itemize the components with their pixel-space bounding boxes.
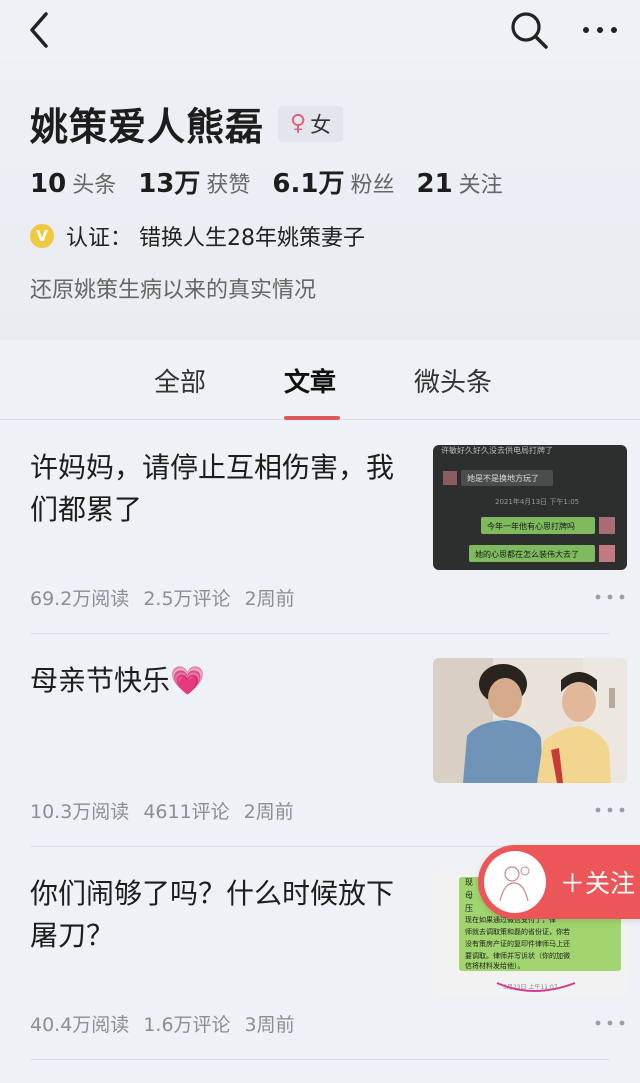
article-meta: 10.3万阅读 4611评论 2周前 bbox=[30, 797, 308, 824]
thumb-text: 没有策房产证的复印件律师马上还 bbox=[465, 939, 570, 948]
stat-following[interactable]: 21 关注 bbox=[416, 167, 502, 199]
publish-time: 2周前 bbox=[243, 801, 294, 823]
thumb-text: 压 bbox=[465, 904, 473, 913]
gender-badge: ♀ 女 bbox=[278, 105, 344, 142]
thumb-text: 2021年4月13日 下午1:05 bbox=[495, 497, 579, 506]
article-more-button[interactable] bbox=[594, 800, 626, 820]
more-options-button[interactable] bbox=[578, 10, 624, 50]
read-count: 10.3万阅读 bbox=[30, 801, 130, 823]
content-tabs: 全部 文章 微头条 bbox=[0, 340, 640, 420]
article-title: 你们闹够了吗？什么时候放下屠刀？ bbox=[30, 877, 395, 952]
verification-text: 认证： 错换人生28年姚策妻子 bbox=[66, 226, 365, 251]
divider bbox=[30, 1059, 610, 1060]
tab-all[interactable]: 全部 bbox=[154, 362, 206, 399]
verification-row: V 认证： 错换人生28年姚策妻子 bbox=[30, 220, 365, 252]
search-icon bbox=[511, 12, 548, 49]
stat-label: 粉丝 bbox=[350, 173, 395, 198]
thumb-text: 要调取。律师并写诉状（你的加微 bbox=[465, 951, 570, 960]
top-bar bbox=[0, 0, 640, 60]
mother-daughter-photo bbox=[433, 658, 627, 783]
thumb-text: 她是不是换地方玩了 bbox=[467, 473, 539, 483]
read-count: 40.4万阅读 bbox=[30, 1014, 130, 1036]
article-thumbnail: 许敏好久好久没去供电局打牌了 她是不是换地方玩了 2021年4月13日 下午1:… bbox=[433, 445, 627, 570]
article-title: 母亲节快乐💗 bbox=[30, 660, 400, 702]
avatar-sketch-icon bbox=[499, 866, 530, 902]
stat-number: 21 bbox=[416, 169, 453, 199]
read-count: 69.2万阅读 bbox=[30, 588, 130, 610]
stat-number: 13万 bbox=[138, 169, 201, 199]
chat-screenshot-image: 许敏好久好久没去供电局打牌了 她是不是换地方玩了 2021年4月13日 下午1:… bbox=[433, 445, 627, 570]
comment-count: 1.6万评论 bbox=[143, 1014, 231, 1036]
follow-label: ＋关注 bbox=[560, 869, 636, 898]
more-dots-icon bbox=[595, 1020, 625, 1026]
gender-label: 女 bbox=[310, 112, 332, 137]
more-dots-icon bbox=[595, 594, 625, 600]
more-dots-icon bbox=[595, 807, 625, 813]
stat-label: 头条 bbox=[72, 173, 117, 198]
search-button[interactable] bbox=[506, 8, 552, 52]
floating-follow-button[interactable]: ＋关注 bbox=[478, 845, 640, 919]
thumb-text: 信将材料发给他）。 bbox=[465, 961, 525, 970]
thumb-text: 许敏好久好久没去供电局打牌了 bbox=[441, 445, 553, 455]
stat-number: 6.1万 bbox=[272, 169, 345, 199]
active-tab-indicator bbox=[284, 416, 340, 420]
profile-stats: 10 头条 13万 获赞 6.1万 粉丝 21 关注 bbox=[30, 163, 525, 200]
stat-label: 关注 bbox=[458, 173, 503, 198]
article-more-button[interactable] bbox=[594, 587, 626, 607]
thumb-text: 今年一年他有心思打牌吗 bbox=[487, 521, 575, 531]
tab-micro-headlines[interactable]: 微头条 bbox=[414, 362, 492, 399]
comment-count: 2.5万评论 bbox=[143, 588, 231, 610]
avatar bbox=[484, 851, 546, 913]
tab-articles[interactable]: 文章 bbox=[284, 362, 336, 399]
thumb-text: 她的心思都在怎么装伟大去了 bbox=[475, 549, 579, 559]
article-title: 许妈妈，请停止互相伤害，我们都累了 bbox=[30, 451, 395, 526]
chevron-left-icon bbox=[30, 12, 48, 48]
thumb-text: 母 bbox=[465, 891, 473, 900]
profile-name: 姚策爱人熊磊 bbox=[30, 105, 265, 149]
verified-icon: V bbox=[30, 224, 54, 248]
article-meta: 40.4万阅读 1.6万评论 3周前 bbox=[30, 1010, 309, 1037]
more-dots-icon bbox=[583, 27, 617, 33]
stat-followers[interactable]: 6.1万 粉丝 bbox=[272, 163, 394, 200]
comment-count: 4611评论 bbox=[143, 801, 230, 823]
profile-header: 姚策爱人熊磊 ♀ 女 10 头条 13万 获赞 6.1万 粉丝 21 关注 V … bbox=[0, 60, 640, 340]
name-row: 姚策爱人熊磊 ♀ 女 bbox=[30, 96, 344, 151]
back-button[interactable] bbox=[22, 8, 62, 52]
stat-headlines[interactable]: 10 头条 bbox=[30, 167, 116, 199]
article-item[interactable]: 母亲节快乐💗 10.3万阅读 4611评论 2周前 bbox=[0, 634, 640, 847]
stat-label: 获赞 bbox=[206, 173, 251, 198]
article-more-button[interactable] bbox=[594, 1013, 626, 1033]
profile-bio: 还原姚策生病以来的真实情况 bbox=[30, 278, 317, 303]
stat-likes[interactable]: 13万 获赞 bbox=[138, 163, 250, 200]
article-item[interactable]: 许妈妈，请停止互相伤害，我们都累了 许敏好久好久没去供电局打牌了 她是不是换地方… bbox=[0, 421, 640, 634]
thumb-text: 现 bbox=[465, 878, 473, 887]
publish-time: 2周前 bbox=[244, 588, 295, 610]
article-title-text: 母亲节快乐 bbox=[30, 664, 171, 697]
article-meta: 69.2万阅读 2.5万评论 2周前 bbox=[30, 584, 309, 611]
thumb-text: 师就去调取策和磊的省份证，你若 bbox=[465, 927, 570, 936]
stat-number: 10 bbox=[30, 169, 67, 199]
heart-emoji-icon: 💗 bbox=[170, 664, 205, 697]
publish-time: 3周前 bbox=[244, 1014, 295, 1036]
female-icon: ♀ bbox=[290, 111, 307, 136]
article-thumbnail bbox=[433, 658, 627, 783]
